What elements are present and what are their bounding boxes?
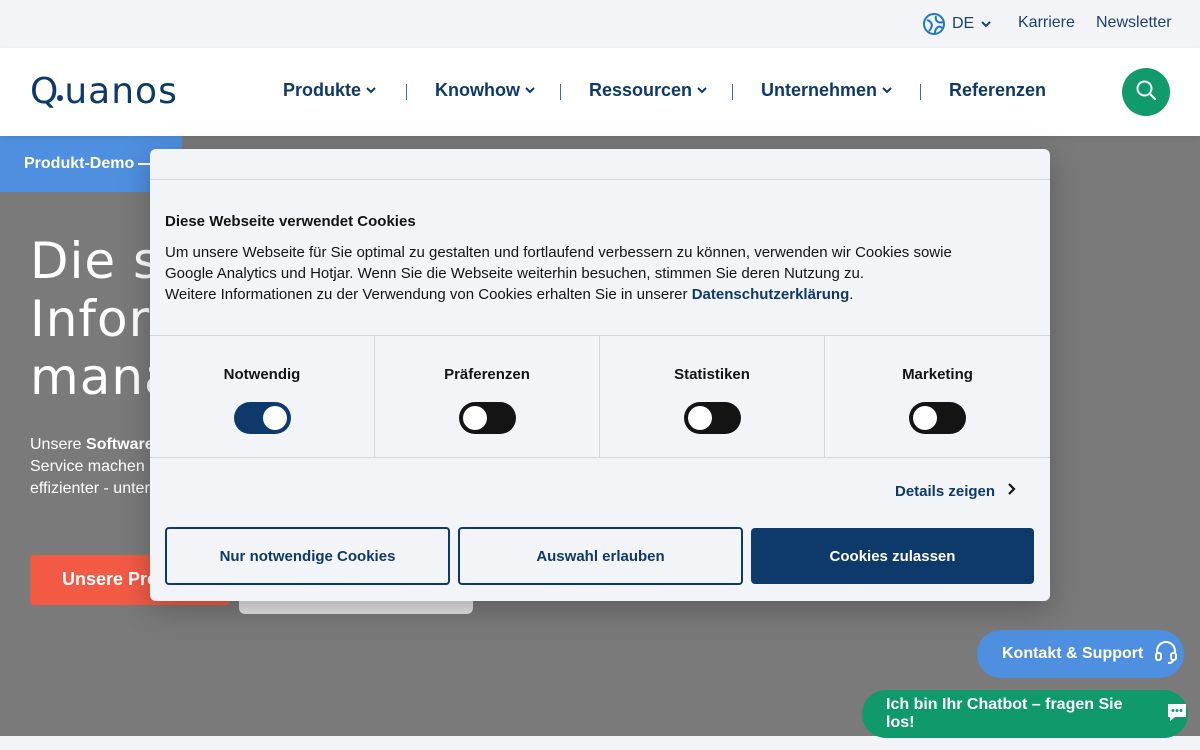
nav-label: Knowhow — [435, 80, 520, 100]
cookie-text-line: Um unsere Webseite für Sie optimal zu ge… — [165, 244, 952, 261]
nav-separator — [560, 84, 561, 100]
search-button[interactable] — [1122, 68, 1170, 116]
cookie-text-line: Google Analytics und Hotjar. Wenn Sie di… — [165, 265, 865, 282]
nav-item-unternehmen[interactable]: Unternehmen — [761, 80, 893, 101]
cookie-categories: Notwendig Präferenzen Statistiken Market… — [150, 335, 1050, 458]
button-label: Auswahl erlauben — [536, 547, 665, 565]
bottom-strip — [0, 736, 1200, 750]
cookie-category-praeferenzen: Präferenzen — [375, 336, 600, 457]
nav-label: Unternehmen — [761, 80, 878, 100]
category-label: Marketing — [902, 366, 973, 383]
toggle-notwendig[interactable] — [234, 402, 291, 434]
nav-item-referenzen[interactable]: Referenzen — [949, 80, 1046, 101]
category-label: Präferenzen — [444, 366, 530, 383]
nav-item-knowhow[interactable]: Knowhow — [435, 80, 536, 101]
toggle-marketing[interactable] — [909, 402, 966, 434]
cookie-text-suffix: . — [849, 286, 854, 303]
search-icon — [1135, 79, 1157, 106]
toggle-knob — [263, 406, 287, 430]
chatbot-button[interactable]: Ich bin Ihr Chatbot – fragen Sie los! — [862, 690, 1188, 738]
newsletter-link[interactable]: Newsletter — [1096, 14, 1172, 32]
top-utility-bar: DE Karriere Newsletter — [0, 0, 1200, 48]
hero-sub-line: Service machen I — [30, 458, 154, 475]
globe-icon — [922, 12, 946, 36]
hero-sub-bold: Software — [86, 436, 154, 453]
hero-cta-label: Unsere Pro — [62, 569, 159, 589]
cookie-category-notwendig: Notwendig — [150, 336, 375, 457]
contact-support-button[interactable]: Kontakt & Support — [977, 630, 1184, 678]
chevron-down-icon — [365, 80, 377, 101]
cookie-category-marketing: Marketing — [825, 336, 1050, 457]
chevron-down-icon — [881, 80, 893, 101]
karriere-link[interactable]: Karriere — [1018, 14, 1075, 32]
necessary-cookies-button[interactable]: Nur notwendige Cookies — [165, 527, 450, 585]
language-label: DE — [952, 15, 975, 32]
toggle-knob — [688, 406, 712, 430]
quanos-logo[interactable]: Quanos — [30, 71, 178, 112]
support-label: Kontakt & Support — [1002, 645, 1144, 662]
cookie-text: Um unsere Webseite für Sie optimal zu ge… — [165, 242, 1035, 305]
toggle-statistiken[interactable] — [684, 402, 741, 434]
toggle-knob — [463, 406, 487, 430]
hero-sub-prefix: Unsere — [30, 436, 87, 453]
chevron-down-icon — [980, 18, 992, 30]
privacy-policy-link[interactable]: Datenschutzerklärung — [692, 286, 850, 303]
category-label: Statistiken — [674, 366, 750, 383]
nav-item-produkte[interactable]: Produkte — [283, 80, 377, 101]
chat-bubble-icon — [1166, 701, 1188, 728]
nav-label: Referenzen — [949, 80, 1047, 100]
nav-separator — [732, 84, 733, 100]
cookie-title: Diese Webseite verwendet Cookies — [165, 213, 416, 230]
chevron-down-icon — [696, 80, 708, 101]
button-label: Cookies zulassen — [829, 547, 956, 565]
allow-all-cookies-button[interactable]: Cookies zulassen — [751, 528, 1034, 584]
hero-sub-line: effizienter - unters — [30, 480, 158, 497]
cookie-category-statistiken: Statistiken — [600, 336, 825, 457]
demo-tab-label: Produkt-Demo — [24, 155, 135, 172]
nav-separator — [920, 84, 921, 100]
headset-icon — [1153, 639, 1179, 670]
divider — [150, 179, 1050, 180]
nav-label: Produkte — [283, 80, 362, 100]
nav-separator — [406, 84, 407, 100]
hero-subtitle: Unsere Software Service machen I effizie… — [30, 434, 158, 500]
details-label: Details zeigen — [895, 482, 996, 500]
language-selector[interactable]: DE — [922, 12, 992, 36]
chevron-right-icon — [1007, 482, 1017, 500]
allow-selection-button[interactable]: Auswahl erlauben — [458, 527, 743, 585]
toggle-knob — [913, 406, 937, 430]
cookie-text-line: Weitere Informationen zu der Verwendung … — [165, 286, 692, 303]
category-label: Notwendig — [223, 366, 301, 383]
nav-label: Ressourcen — [589, 80, 693, 100]
button-label: Nur notwendige Cookies — [219, 547, 396, 565]
nav-item-ressourcen[interactable]: Ressourcen — [589, 80, 708, 101]
chevron-down-icon — [524, 80, 536, 101]
main-header: Quanos Produkte Knowhow Ressourcen Unter… — [0, 48, 1200, 136]
toggle-praeferenzen[interactable] — [459, 402, 516, 434]
cookie-consent-dialog: Diese Webseite verwendet Cookies Um unse… — [150, 149, 1050, 601]
chatbot-label: Ich bin Ihr Chatbot – fragen Sie los! — [886, 696, 1123, 731]
details-toggle[interactable]: Details zeigen — [895, 482, 1017, 500]
